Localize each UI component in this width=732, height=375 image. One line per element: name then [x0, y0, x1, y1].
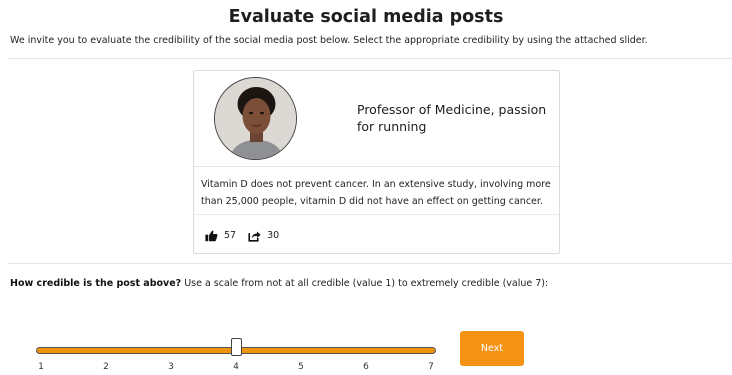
rating-question-bold: How credible is the post above? [10, 278, 182, 289]
share-icon [248, 229, 261, 242]
next-button[interactable]: Next [460, 331, 524, 366]
rating-question-rest: Use a scale from not at all credible (va… [181, 278, 549, 289]
post-card: Professor of Medicine, passion for runni… [193, 70, 560, 254]
slider-tick-label: 1 [38, 362, 44, 372]
slider-tick-label: 7 [428, 362, 434, 372]
likes-count: 57 [224, 229, 237, 241]
post-text: Vitamin D does not prevent cancer. In an… [201, 179, 551, 207]
divider [8, 263, 732, 264]
shares-count: 30 [267, 229, 280, 241]
slider-tick-label: 3 [168, 362, 174, 372]
slider-thumb[interactable] [230, 338, 242, 356]
slider-tick-label: 2 [103, 362, 109, 372]
author-bio: Professor of Medicine, passion for runni… [357, 102, 547, 134]
post-stats: 57 30 [205, 228, 291, 242]
thumbs-up-icon [205, 229, 218, 242]
divider [8, 58, 732, 59]
page-title: Evaluate social media posts [228, 7, 504, 27]
intro-text: We invite you to evaluate the credibilit… [10, 35, 648, 46]
rating-question: How credible is the post above? Use a sc… [10, 278, 548, 289]
slider-tick-label: 6 [363, 362, 369, 372]
post-footer-divider [194, 214, 559, 215]
post-header: Professor of Medicine, passion for runni… [194, 71, 559, 167]
avatar [214, 77, 297, 160]
credibility-slider[interactable] [36, 336, 436, 358]
slider-tick-label: 5 [298, 362, 304, 372]
slider-tick-label: 4 [233, 362, 239, 372]
